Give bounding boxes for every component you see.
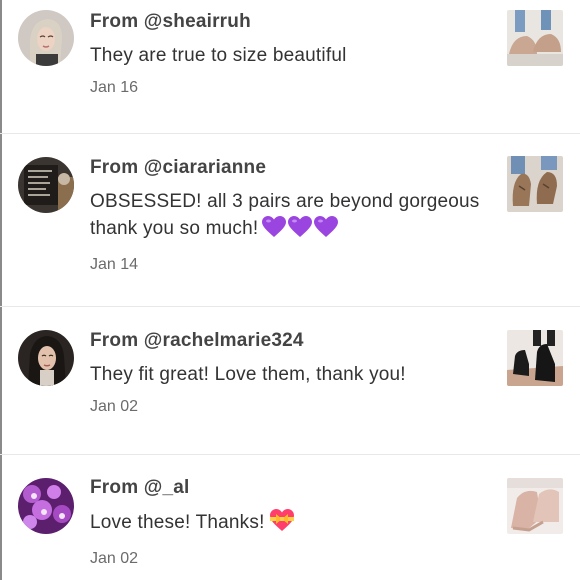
- product-thumbnail[interactable]: [507, 10, 563, 66]
- avatar[interactable]: [18, 330, 74, 386]
- review-author[interactable]: From @sheairruh: [90, 11, 500, 33]
- heart-with-ribbon-icon: [269, 509, 294, 531]
- review-feed: From @sheairruh They are true to size be…: [0, 0, 580, 580]
- review-date: Jan 14: [90, 256, 139, 273]
- purple-heart-icon: [262, 216, 287, 237]
- review-date: Jan 02: [90, 398, 139, 415]
- review-content: From @sheairruh They are true to size be…: [90, 11, 500, 98]
- review-content: From @ciararianne OBSESSED! all 3 pairs …: [90, 157, 500, 275]
- purple-heart-icon: [288, 216, 313, 237]
- avatar[interactable]: [18, 10, 74, 66]
- emoji-group: [269, 508, 297, 540]
- review-text: They are true to size beautiful: [90, 45, 347, 66]
- review-text: They fit great! Love them, thank you!: [90, 364, 406, 385]
- review-author[interactable]: From @ciararianne: [90, 157, 500, 179]
- emoji-group: [262, 216, 340, 246]
- product-thumbnail[interactable]: [507, 330, 563, 386]
- product-thumbnail[interactable]: [507, 478, 563, 534]
- review-text: Love these! Thanks!: [90, 508, 500, 540]
- avatar[interactable]: [18, 157, 74, 213]
- review-text-content: Love these! Thanks!: [90, 512, 265, 533]
- product-thumbnail[interactable]: [507, 156, 563, 212]
- review-content: From @rachelmarie324 They fit great! Lov…: [90, 330, 500, 417]
- review-text: OBSESSED! all 3 pairs are beyond gorgeou…: [90, 188, 500, 246]
- review-date: Jan 02: [90, 550, 139, 567]
- review-content: From @_al Love these! Thanks! Jan 02: [90, 477, 500, 569]
- divider: [0, 133, 580, 134]
- purple-heart-icon: [314, 216, 339, 237]
- divider: [0, 306, 580, 307]
- divider: [0, 454, 580, 455]
- review-author[interactable]: From @rachelmarie324: [90, 330, 500, 352]
- review-author[interactable]: From @_al: [90, 477, 500, 499]
- review-date: Jan 16: [90, 79, 139, 96]
- avatar[interactable]: [18, 478, 74, 534]
